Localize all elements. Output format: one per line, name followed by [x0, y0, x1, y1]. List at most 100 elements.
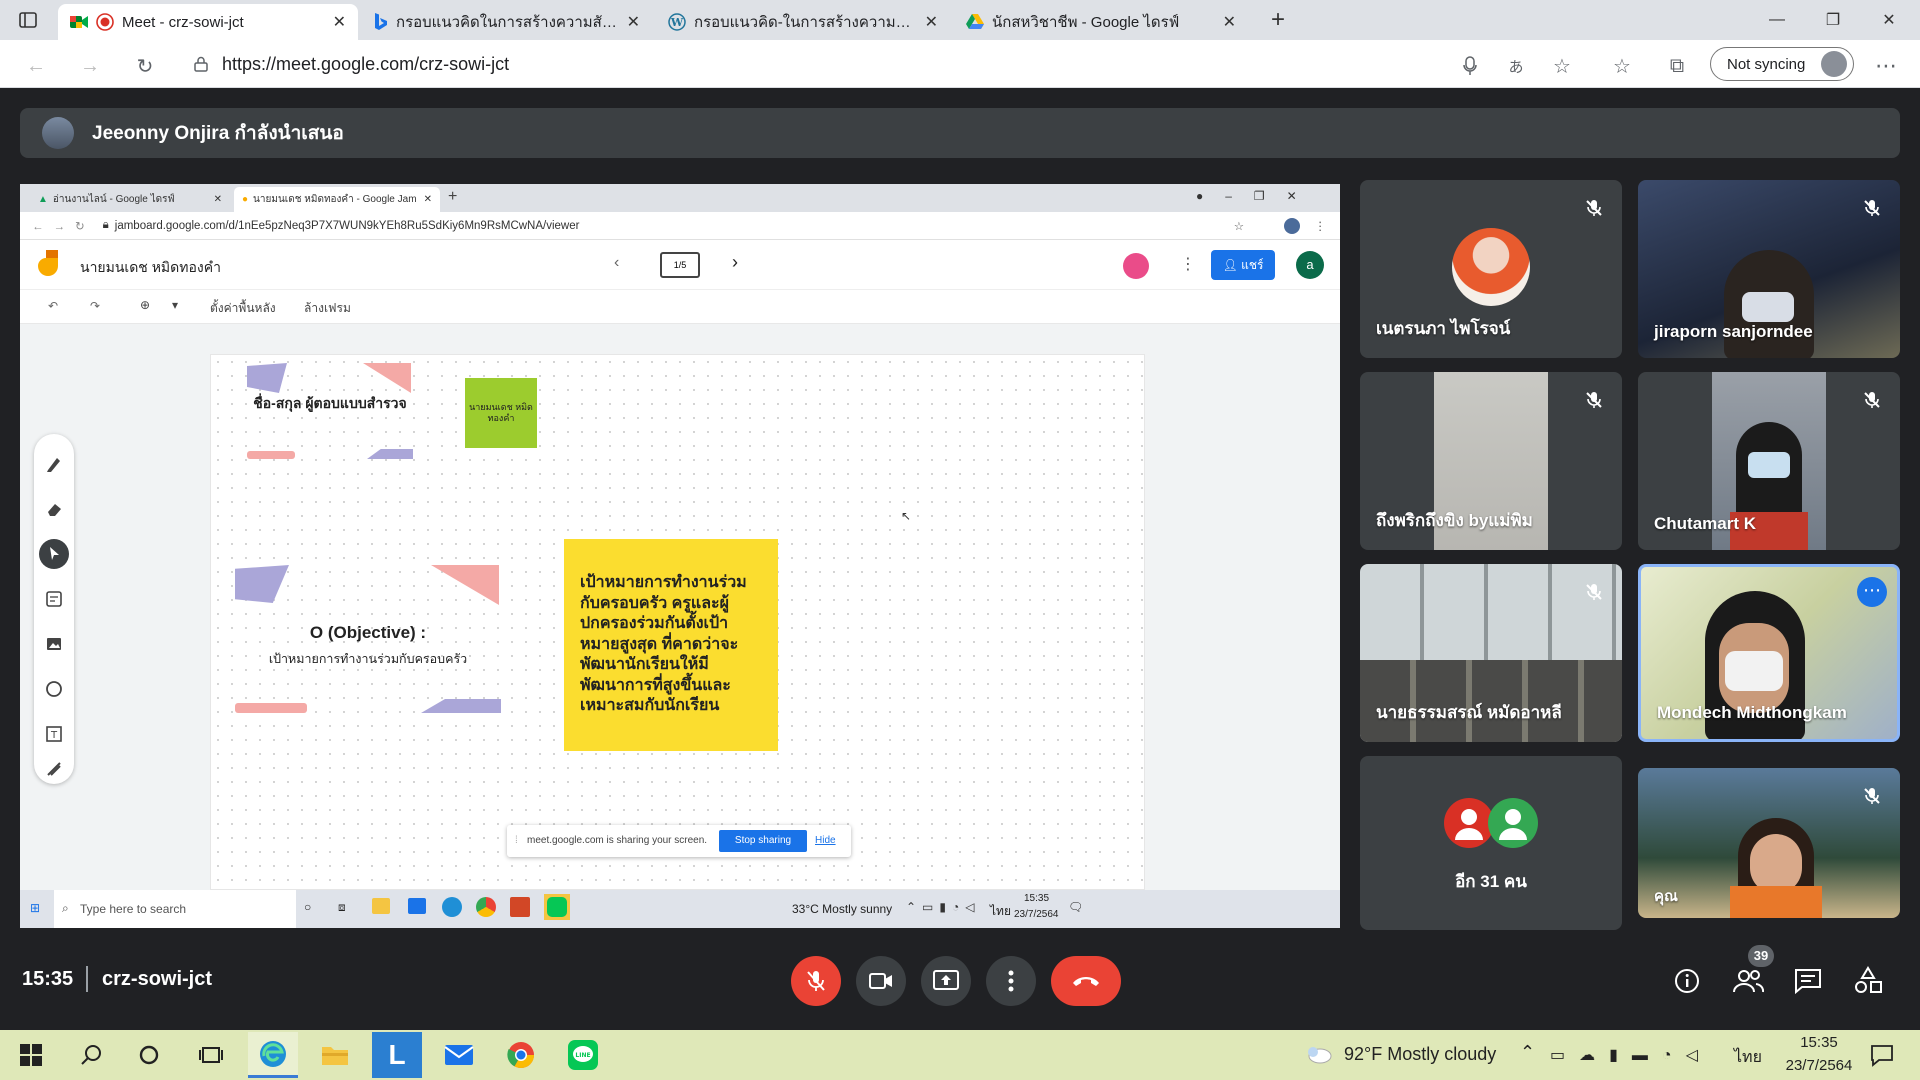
edge-icon[interactable] — [248, 1032, 298, 1078]
language-indicator: ไทย — [990, 904, 1011, 918]
participant-tile-active-speaker[interactable]: ⋯ Mondech Midthongkam — [1638, 564, 1900, 742]
bing-icon — [374, 13, 388, 31]
hide-link: Hide — [815, 835, 836, 846]
tab-actions-icon[interactable] — [18, 10, 38, 30]
show-hidden-icons[interactable]: ⌃ — [1520, 1042, 1535, 1063]
pen-icon — [34, 444, 74, 484]
url-bar[interactable]: https://meet.google.com/crz-sowi-jct — [180, 46, 1470, 82]
zoom-dropdown-icon: ▾ — [172, 298, 179, 312]
clock-time[interactable]: 15:35 — [1790, 1034, 1848, 1051]
tab-label: อ่านงานไลน์ - Google ไดรฟ์ — [52, 194, 175, 205]
jamboard-logo-icon — [38, 250, 58, 278]
camera-toggle-button[interactable] — [856, 956, 906, 1006]
participant-tile[interactable]: ถึงพริกถึงขิง byแม่พิม — [1360, 372, 1622, 550]
clear-frame-button: ล้างเฟรม — [304, 301, 351, 315]
redo-icon: ↷ — [90, 299, 101, 313]
minimize-button[interactable]: — — [1754, 6, 1800, 34]
shared-tab-jamboard: ● นายมนเดช หมิดทองคำ - Google Jam ✕ — [234, 187, 440, 212]
l-glyph: L — [388, 1039, 406, 1070]
cortana-icon[interactable] — [124, 1032, 174, 1078]
tab-meet[interactable]: Meet - crz-sowi-jct ✕ — [58, 4, 358, 40]
task-view-icon[interactable] — [186, 1032, 236, 1078]
decor-shape — [421, 699, 501, 713]
shared-taskbar: ⊞ ⌕ Type here to search ○ ⧈ 33°C Mostly … — [20, 890, 1340, 928]
close-icon[interactable]: ✕ — [925, 12, 938, 32]
close-icon: ✕ — [213, 194, 222, 205]
l-app-icon[interactable]: L — [372, 1032, 422, 1078]
self-view-tile[interactable]: คุณ — [1638, 768, 1900, 918]
select-icon — [34, 534, 74, 574]
tab-wordpress[interactable]: W กรอบแนวคิด-ในการสร้างความสัมพันธ์ ✕ — [656, 4, 950, 40]
forward-icon[interactable]: → — [76, 52, 104, 80]
mail-icon[interactable] — [434, 1032, 484, 1078]
more-options-icon[interactable]: ⋯ — [1857, 577, 1887, 607]
meeting-details-icon[interactable] — [1674, 968, 1700, 994]
close-icon[interactable]: ✕ — [333, 12, 346, 32]
people-icon[interactable] — [1732, 966, 1764, 994]
search-box: ⌕ Type here to search — [54, 890, 296, 928]
more-options-button[interactable] — [986, 956, 1036, 1006]
eraser-icon — [34, 489, 74, 529]
translate-icon[interactable]: あ — [1502, 52, 1530, 80]
frame-indicator: 1/5 — [660, 252, 700, 278]
microphone-icon[interactable] — [1456, 52, 1484, 80]
presenter-banner: Jeeonny Onjira กำลังนำเสนอ — [20, 108, 1900, 158]
card1-text: ชื่อ-สกุล ผู้ตอบแบบสำรวจ — [253, 395, 407, 411]
maximize-button[interactable]: ❐ — [1810, 6, 1856, 34]
shared-address-bar: ←→↻ 🔒︎ jamboard.google.com/d/1nEe5pzNeq3… — [20, 212, 1340, 240]
mic-off-icon — [1858, 194, 1886, 222]
clock-time: 15:35 — [1024, 893, 1050, 904]
divider — [86, 966, 88, 992]
mouse-cursor-icon: ↖ — [901, 509, 912, 523]
cortana-icon: ○ — [304, 900, 312, 914]
activities-icon[interactable] — [1854, 966, 1882, 994]
participant-tile[interactable]: jiraporn sanjorndee — [1638, 180, 1900, 358]
search-placeholder: Type here to search — [80, 902, 187, 916]
decor-shape — [247, 451, 295, 459]
windows-start-icon[interactable] — [6, 1032, 56, 1078]
wordpress-icon: W — [668, 13, 686, 31]
drive-icon: ▲ — [38, 194, 48, 205]
collections-icon[interactable]: ⧉ — [1663, 52, 1691, 80]
present-screen-button[interactable] — [921, 956, 971, 1006]
participant-avatar — [1452, 228, 1530, 306]
chat-icon[interactable] — [1794, 968, 1822, 994]
sync-button[interactable]: Not syncing — [1710, 47, 1854, 81]
jam-title: นายมนเดช หมิดทองคำ — [80, 259, 221, 275]
window-close-button[interactable]: ✕ — [1866, 6, 1912, 34]
search-icon[interactable] — [66, 1032, 116, 1078]
meeting-time: 15:35 — [22, 968, 74, 990]
chrome-icon[interactable] — [496, 1032, 546, 1078]
participant-tile[interactable]: เนตรนภา ไพโรจน์ — [1360, 180, 1622, 358]
presenter-text: Jeeonny Onjira กำลังนำเสนอ — [92, 123, 344, 144]
language-indicator[interactable]: ไทย — [1734, 1045, 1762, 1070]
back-icon[interactable]: ← — [22, 52, 50, 80]
add-favorite-icon[interactable]: ☆ — [1548, 52, 1576, 80]
participant-tile[interactable]: นายธรรมสรณ์ หมัดอาหลี — [1360, 564, 1622, 742]
leave-call-button[interactable] — [1051, 956, 1121, 1006]
participant-name: ถึงพริกถึงขิง byแม่พิม — [1376, 511, 1533, 530]
system-tray-icons[interactable]: ▭☁▮▬◔◁ — [1550, 1045, 1712, 1065]
nav-icons: ←→↻ — [32, 220, 95, 233]
line-icon[interactable]: LINE — [558, 1032, 608, 1078]
clock-date[interactable]: 23/7/2564 — [1774, 1057, 1864, 1074]
window-controls: ●–❐✕ — [1196, 189, 1319, 203]
close-icon[interactable]: ✕ — [627, 12, 640, 32]
avatar — [1444, 798, 1494, 848]
stop-sharing-button: Stop sharing — [719, 830, 807, 852]
new-tab-button[interactable]: + — [1264, 6, 1292, 34]
close-icon[interactable]: ✕ — [1223, 12, 1236, 32]
mic-toggle-button[interactable] — [791, 956, 841, 1006]
more-menu-icon: ⋮ — [1180, 256, 1196, 273]
participant-tile[interactable]: Chutamart K — [1638, 372, 1900, 550]
tab-bing[interactable]: กรอบแนวคิดในการสร้างความสัมพันธ์ ✕ — [362, 4, 652, 40]
notification-center-icon[interactable] — [1870, 1043, 1894, 1067]
more-menu-icon[interactable]: ⋯ — [1872, 52, 1900, 80]
reload-icon[interactable]: ↻ — [131, 52, 159, 80]
more-participants-tile[interactable]: อีก 31 คน — [1360, 756, 1622, 930]
weather-text[interactable]: 92°F Mostly cloudy — [1344, 1044, 1496, 1065]
favorites-icon[interactable]: ☆ — [1608, 52, 1636, 80]
presenter-avatar — [42, 117, 74, 149]
file-explorer-icon[interactable] — [310, 1032, 360, 1078]
tab-drive[interactable]: นักสหวิชาชีพ - Google ไดรฟ์ ✕ — [954, 4, 1248, 40]
